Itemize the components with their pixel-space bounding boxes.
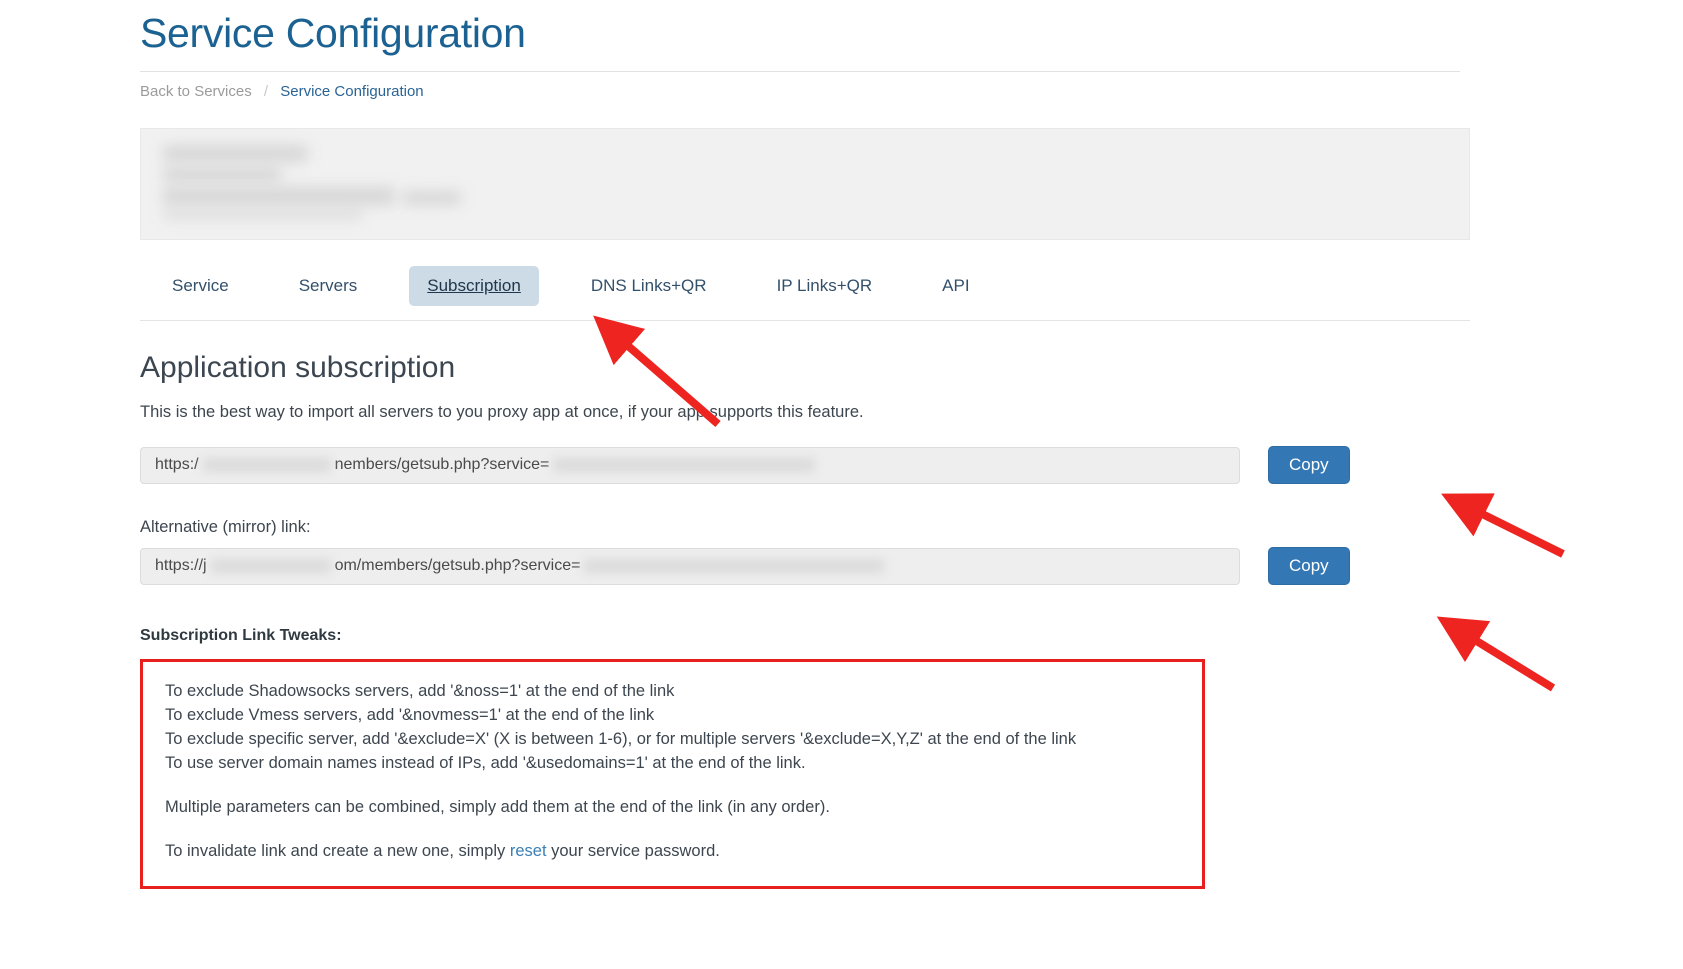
reset-password-link[interactable]: reset [510, 842, 547, 860]
tab-ip-links-qr[interactable]: IP Links+QR [759, 266, 891, 306]
service-info-panel [140, 128, 1470, 241]
invalidate-suffix-text: your service password. [546, 841, 720, 860]
redacted-text-line [163, 187, 395, 206]
redacted-token-segment [584, 559, 885, 574]
copy-subscription-link-button[interactable]: Copy [1268, 446, 1350, 485]
subscription-link-input[interactable]: https:/ nembers/getsub.php?service= [140, 446, 1240, 484]
breadcrumb: Back to Services / Service Configuration [140, 72, 1410, 100]
tab-api[interactable]: API [924, 266, 987, 306]
redacted-host-segment [202, 458, 331, 473]
arrow-to-copy-button-2 [1436, 616, 1556, 692]
breadcrumb-separator: / [263, 83, 269, 101]
tab-subscription[interactable]: Subscription [409, 266, 539, 307]
breadcrumb-back-link[interactable]: Back to Services [140, 83, 252, 100]
section-description: This is the best way to import all serve… [140, 403, 864, 422]
tweak-line: To exclude Shadowsocks servers, add '&no… [165, 682, 675, 701]
subscription-link-middle: nembers/getsub.php?service= [334, 456, 550, 474]
tweaks-combined-note: Multiple parameters can be combined, sim… [165, 797, 830, 816]
tweak-line: To exclude specific server, add '&exclud… [165, 729, 1077, 748]
mirror-link-middle: om/members/getsub.php?service= [334, 557, 581, 575]
copy-mirror-link-button[interactable]: Copy [1268, 547, 1350, 586]
tab-service[interactable]: Service [154, 266, 247, 306]
redacted-token-segment [553, 458, 816, 473]
tweaks-title: Subscription Link Tweaks: [140, 627, 342, 645]
page-content: Service Configuration Back to Services /… [0, 0, 1470, 889]
mirror-link-prefix: https://j [155, 557, 207, 575]
redacted-host-segment [210, 559, 331, 574]
tweak-line: To use server domain names instead of IP… [165, 753, 806, 772]
mirror-link-row: https://j om/members/getsub.php?service=… [140, 547, 1410, 586]
tab-servers[interactable]: Servers [281, 266, 376, 306]
tweak-line: To exclude Vmess servers, add '&novmess=… [165, 706, 655, 725]
page-root: Service Configuration Back to Services /… [0, 0, 1683, 969]
redacted-text-line [163, 167, 281, 183]
tab-dns-links-qr[interactable]: DNS Links+QR [573, 266, 725, 306]
mirror-link-label: Alternative (mirror) link: [140, 518, 311, 537]
breadcrumb-current: Service Configuration [280, 83, 424, 101]
subscription-link-prefix: https:/ [155, 456, 199, 474]
mirror-link-input[interactable]: https://j om/members/getsub.php?service= [140, 547, 1240, 585]
section-title: Application subscription [140, 351, 456, 385]
redacted-text-line [403, 191, 461, 206]
tweaks-annotation-box: To exclude Shadowsocks servers, add '&no… [140, 659, 1205, 889]
tweaks-invalidate-note: To invalidate link and create a new one,… [165, 840, 1180, 864]
arrow-to-copy-button-1 [1441, 493, 1565, 558]
tab-bar: Service Servers Subscription DNS Links+Q… [140, 266, 1470, 322]
primary-link-row: https:/ nembers/getsub.php?service= Copy [140, 446, 1410, 485]
redacted-text-line [163, 145, 308, 163]
invalidate-prefix-text: To invalidate link and create a new one,… [165, 841, 510, 860]
redacted-text-line [163, 209, 363, 221]
page-title: Service Configuration [140, 10, 526, 56]
